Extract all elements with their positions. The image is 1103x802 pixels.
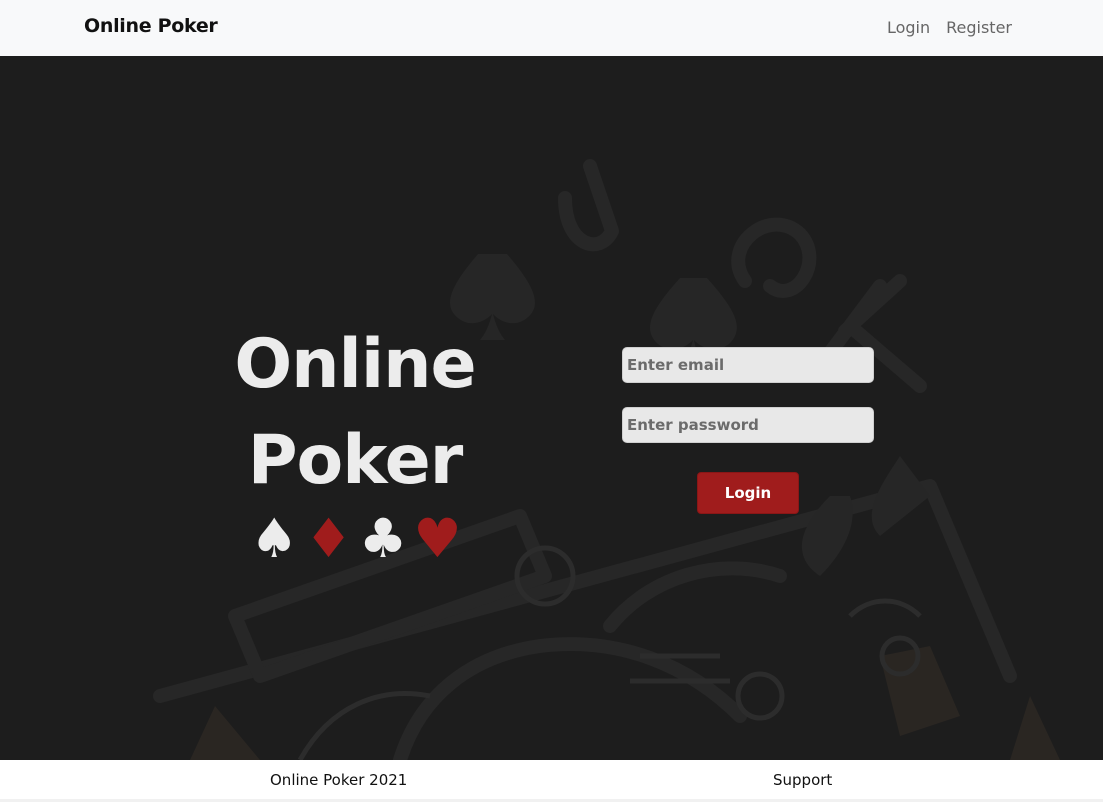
spade-icon: ♠ — [250, 507, 299, 570]
club-icon: ♣ — [358, 507, 408, 570]
login-form: Login — [622, 347, 874, 514]
playing-cards-background — [153, 159, 1060, 760]
email-field[interactable] — [622, 347, 874, 383]
hero-title-line-1: Online — [234, 324, 476, 404]
hero-title: Online Poker — [205, 317, 505, 509]
card-suits: ♠ ♦ ♣ ♥ — [250, 508, 462, 570]
footer: Online Poker 2021 Support — [0, 760, 1103, 802]
login-button[interactable]: Login — [697, 472, 799, 514]
hero-title-line-2: Poker — [247, 420, 464, 500]
nav-login-link[interactable]: Login — [887, 18, 930, 37]
brand-logo[interactable]: Online Poker — [84, 15, 218, 37]
diamond-icon: ♦ — [304, 507, 353, 570]
footer-support-link[interactable]: Support — [773, 771, 832, 789]
footer-copyright: Online Poker 2021 — [270, 771, 408, 789]
navbar: Online Poker Login Register — [0, 0, 1103, 56]
nav-register-link[interactable]: Register — [946, 18, 1012, 37]
heart-icon: ♥ — [413, 507, 462, 570]
password-field[interactable] — [622, 407, 874, 443]
nav-links: Login Register — [887, 18, 1012, 37]
hero-section: Online Poker ♠ ♦ ♣ ♥ Login — [0, 56, 1103, 760]
